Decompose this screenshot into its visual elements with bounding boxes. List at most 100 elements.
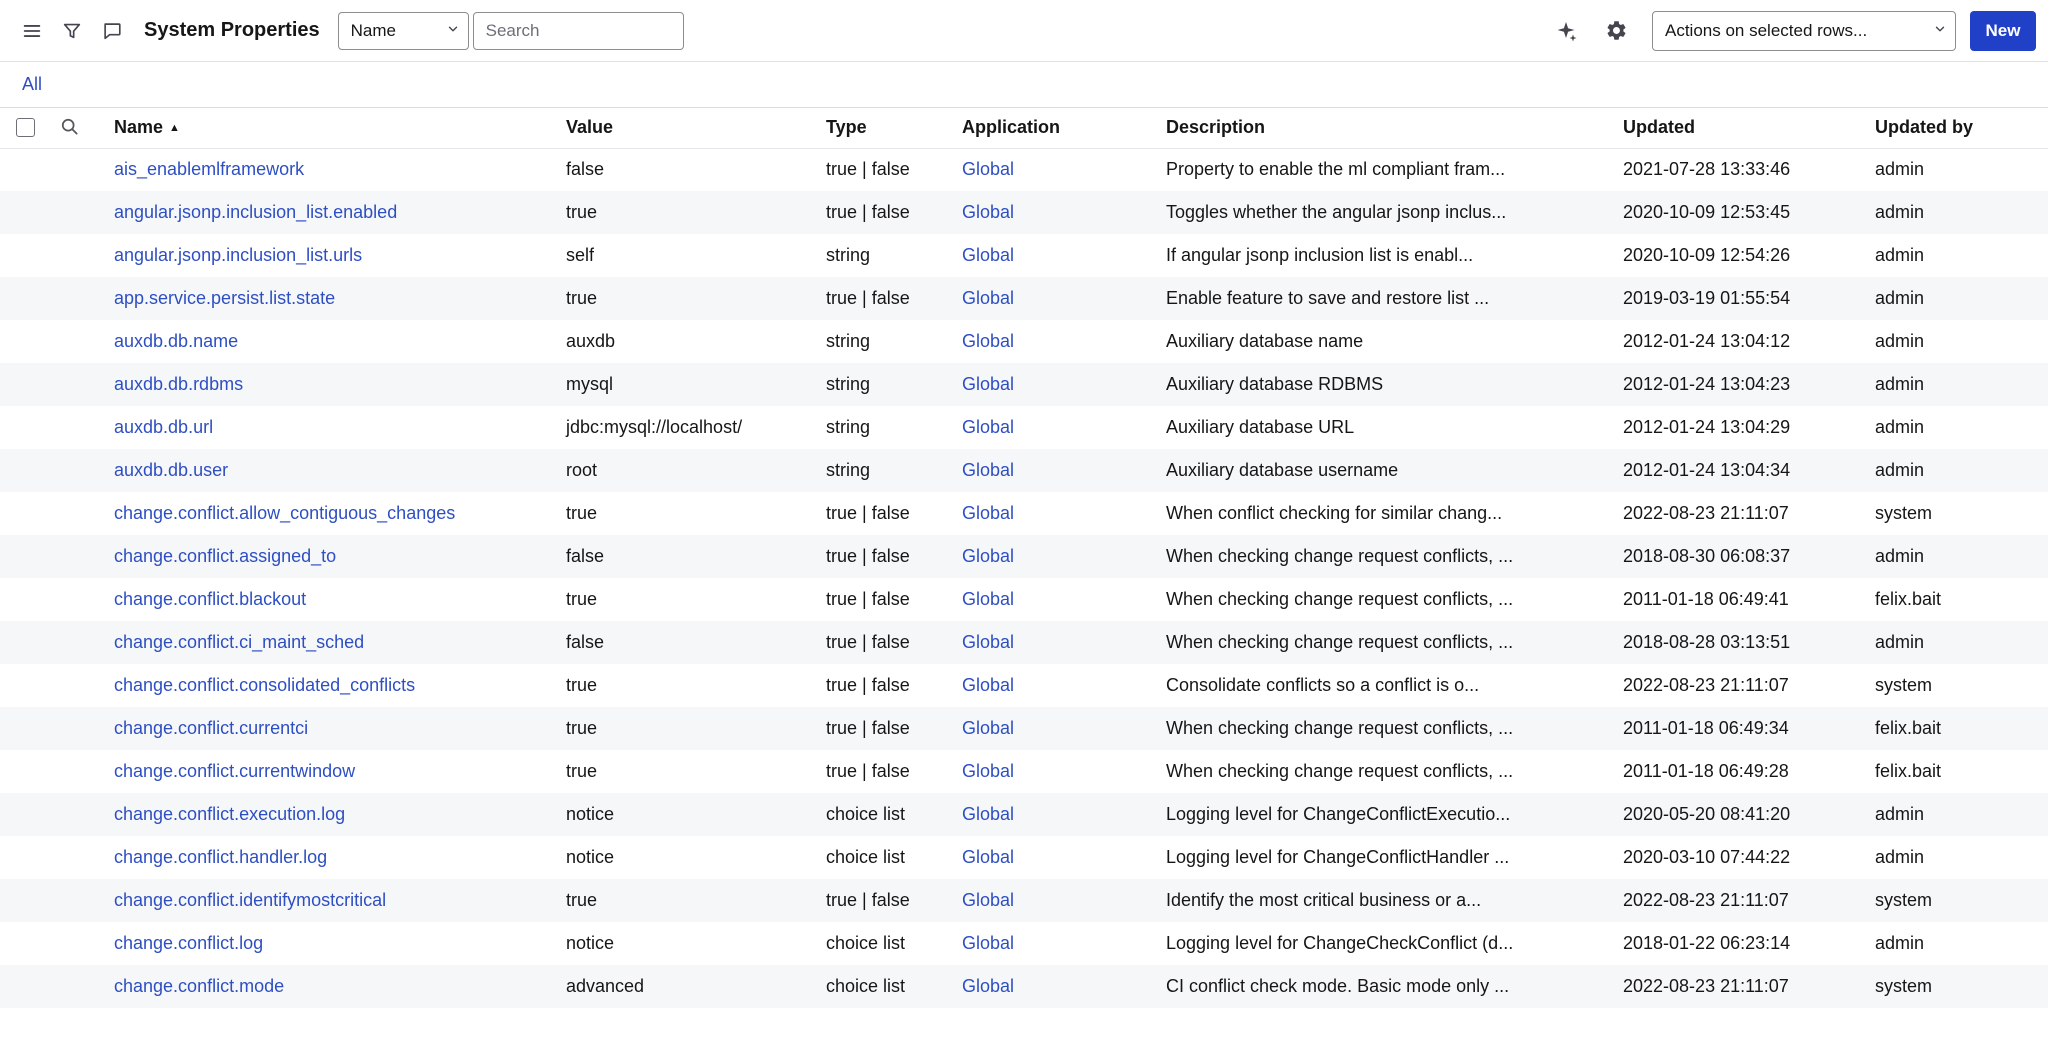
property-value-cell: self bbox=[566, 245, 595, 265]
property-name-link[interactable]: ais_enablemlframework bbox=[114, 159, 304, 179]
breadcrumb-all-link[interactable]: All bbox=[22, 74, 42, 95]
property-name-cell: change.conflict.log bbox=[88, 922, 540, 965]
column-header-application[interactable]: Application bbox=[936, 108, 1140, 149]
property-value-cell: true bbox=[566, 675, 598, 695]
property-name-link[interactable]: auxdb.db.user bbox=[114, 460, 228, 480]
property-type-cell: true | false bbox=[826, 503, 910, 523]
application-link[interactable]: Global bbox=[962, 675, 1014, 695]
row-select-cell bbox=[0, 320, 46, 363]
property-name-link[interactable]: change.conflict.handler.log bbox=[114, 847, 327, 867]
select-all-checkbox[interactable] bbox=[16, 118, 35, 138]
property-type-cell: string bbox=[826, 331, 871, 351]
application-link[interactable]: Global bbox=[962, 632, 1014, 652]
property-description-cell: When checking change request conflicts, … bbox=[1166, 718, 1514, 738]
application-link[interactable]: Global bbox=[962, 288, 1014, 308]
search-field-select[interactable]: Name bbox=[337, 11, 469, 50]
ai-sparkle-button[interactable] bbox=[1546, 11, 1586, 51]
application-link[interactable]: Global bbox=[962, 417, 1014, 437]
property-name-link[interactable]: change.conflict.ci_maint_sched bbox=[114, 632, 364, 652]
property-name-link[interactable]: angular.jsonp.inclusion_list.urls bbox=[114, 245, 362, 265]
application-link[interactable]: Global bbox=[962, 374, 1014, 394]
application-link[interactable]: Global bbox=[962, 718, 1014, 738]
breadcrumb: All bbox=[0, 62, 2048, 108]
column-header-updated[interactable]: Updated bbox=[1597, 108, 1849, 149]
property-name-link[interactable]: change.conflict.consolidated_conflicts bbox=[114, 675, 415, 695]
filter-button[interactable] bbox=[52, 11, 92, 51]
property-name-link[interactable]: change.conflict.currentwindow bbox=[114, 761, 355, 781]
property-updated-cell: 2011-01-18 06:49:34 bbox=[1623, 718, 1789, 738]
property-value-cell: true bbox=[566, 202, 598, 222]
column-header-description[interactable]: Description bbox=[1140, 108, 1597, 149]
search-input[interactable] bbox=[472, 11, 684, 50]
property-updated-cell: 2012-01-24 13:04:12 bbox=[1623, 331, 1791, 351]
property-name-link[interactable]: change.conflict.currentci bbox=[114, 718, 308, 738]
property-application-cell: Global bbox=[936, 492, 1140, 535]
application-link[interactable]: Global bbox=[962, 890, 1014, 910]
row-gutter-cell bbox=[46, 492, 88, 535]
property-name-link[interactable]: auxdb.db.url bbox=[114, 417, 213, 437]
property-name-link[interactable]: app.service.persist.list.state bbox=[114, 288, 335, 308]
row-select-cell bbox=[0, 578, 46, 621]
row-gutter-cell bbox=[46, 234, 88, 277]
application-link[interactable]: Global bbox=[962, 460, 1014, 480]
sort-ascending-icon: ▲ bbox=[169, 122, 180, 135]
property-value-cell: true bbox=[566, 288, 598, 308]
property-description-cell: Logging level for ChangeConflictHandler … bbox=[1166, 847, 1510, 867]
property-description-cell: Consolidate conflicts so a conflict is o… bbox=[1166, 675, 1480, 695]
application-link[interactable]: Global bbox=[962, 159, 1014, 179]
property-name-link[interactable]: change.conflict.allow_contiguous_changes bbox=[114, 503, 455, 523]
settings-button[interactable] bbox=[1596, 11, 1636, 51]
table-row: change.conflict.currentci true true | fa… bbox=[0, 707, 2048, 750]
application-link[interactable]: Global bbox=[962, 589, 1014, 609]
property-name-link[interactable]: change.conflict.execution.log bbox=[114, 804, 345, 824]
property-type-cell: true | false bbox=[826, 675, 910, 695]
row-select-cell bbox=[0, 363, 46, 406]
property-name-link[interactable]: angular.jsonp.inclusion_list.enabled bbox=[114, 202, 397, 222]
property-application-cell: Global bbox=[936, 449, 1140, 492]
application-link[interactable]: Global bbox=[962, 546, 1014, 566]
column-search-cell bbox=[46, 108, 88, 149]
property-description-cell: Property to enable the ml compliant fram… bbox=[1166, 159, 1506, 180]
row-gutter-cell bbox=[46, 879, 88, 922]
row-select-cell bbox=[0, 277, 46, 320]
application-link[interactable]: Global bbox=[962, 331, 1014, 351]
property-description-cell: Toggles whether the angular jsonp inclus… bbox=[1166, 202, 1507, 222]
new-button[interactable]: New bbox=[1970, 10, 2036, 51]
table-row: auxdb.db.rdbms mysql string Global Auxil… bbox=[0, 363, 2048, 406]
application-link[interactable]: Global bbox=[962, 804, 1014, 824]
property-name-link[interactable]: change.conflict.blackout bbox=[114, 589, 306, 609]
property-name-link[interactable]: change.conflict.mode bbox=[114, 976, 284, 996]
hamburger-menu-button[interactable] bbox=[12, 11, 52, 51]
table-row: auxdb.db.url jdbc:mysql://localhost/ str… bbox=[0, 406, 2048, 449]
property-name-link[interactable]: auxdb.db.name bbox=[114, 331, 238, 351]
property-type-cell: true | false bbox=[826, 202, 910, 222]
actions-dropdown[interactable]: Actions on selected rows... bbox=[1652, 10, 1956, 51]
application-link[interactable]: Global bbox=[962, 202, 1014, 222]
chat-button[interactable] bbox=[92, 11, 132, 51]
column-header-value[interactable]: Value bbox=[540, 108, 800, 149]
application-link[interactable]: Global bbox=[962, 933, 1014, 953]
property-type-cell: string bbox=[826, 374, 871, 394]
property-application-cell: Global bbox=[936, 664, 1140, 707]
property-name-link[interactable]: change.conflict.log bbox=[114, 933, 263, 953]
property-name-link[interactable]: auxdb.db.rdbms bbox=[114, 374, 243, 394]
column-header-type[interactable]: Type bbox=[800, 108, 936, 149]
property-updated-cell: 2012-01-24 13:04:23 bbox=[1623, 374, 1791, 394]
property-value-cell: auxdb bbox=[566, 331, 616, 351]
top-bar: System Properties Name Search Actions on… bbox=[0, 0, 2048, 62]
column-search-toggle[interactable] bbox=[54, 113, 84, 143]
application-link[interactable]: Global bbox=[962, 245, 1014, 265]
application-link[interactable]: Global bbox=[962, 976, 1014, 996]
property-name-link[interactable]: change.conflict.assigned_to bbox=[114, 546, 336, 566]
column-header-name[interactable]: Name ▲ bbox=[88, 108, 540, 149]
application-link[interactable]: Global bbox=[962, 503, 1014, 523]
column-header-updated-by[interactable]: Updated by bbox=[1849, 108, 2048, 149]
column-header-label: Description bbox=[1166, 117, 1266, 138]
table-row: change.conflict.execution.log notice cho… bbox=[0, 793, 2048, 836]
table-row: change.conflict.currentwindow true true … bbox=[0, 750, 2048, 793]
application-link[interactable]: Global bbox=[962, 847, 1014, 867]
property-type-cell: choice list bbox=[826, 804, 906, 824]
property-name-link[interactable]: change.conflict.identifymostcritical bbox=[114, 890, 386, 910]
table-row: app.service.persist.list.state true true… bbox=[0, 277, 2048, 320]
application-link[interactable]: Global bbox=[962, 761, 1014, 781]
